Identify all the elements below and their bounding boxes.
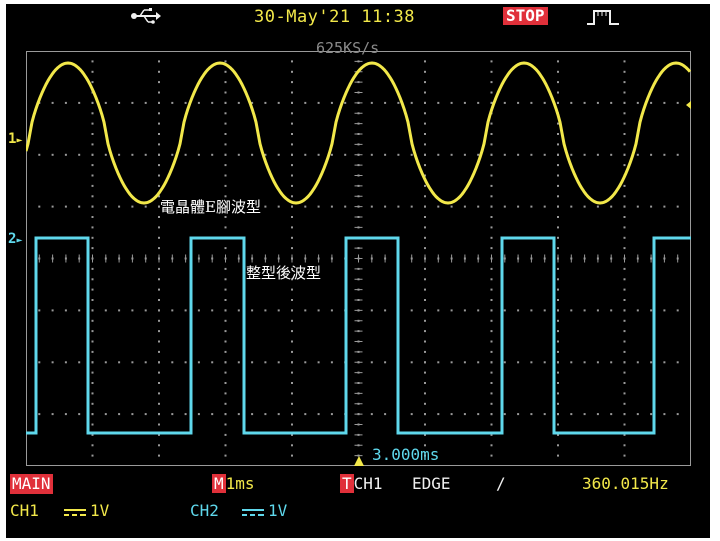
ch2-ground-marker[interactable]: 2► [8,231,22,247]
status-row-timebase: MAIN M 1ms T CH1 EDGE / 360.015Hz [6,474,710,494]
ch2-scale[interactable]: 1V [242,501,287,521]
ch1-scale[interactable]: 1V [64,501,109,521]
time-reference: 3.000ms [372,445,440,464]
waveform-screen [26,51,691,466]
trigger-info[interactable]: T CH1 [340,474,383,494]
usb-icon [131,8,161,24]
datetime: 30-May'21 11:38 [254,7,416,27]
frequency-readout: 360.015Hz [582,474,669,493]
top-bar: 30-May'21 11:38 STOP [6,4,710,28]
ch1-annotation: 電晶體E腳波型 [160,198,261,216]
ch2-annotation: 整型後波型 [246,264,322,282]
status-row-channels: CH1 1V CH2 1V [6,501,710,521]
pulse-icon [587,10,619,25]
trigger-slope-icon: / [496,474,506,493]
timebase[interactable]: M 1ms [212,474,255,494]
trigger-type: EDGE [412,474,451,493]
dc-coupling-icon [64,508,86,516]
dc-coupling-icon [242,508,264,516]
oscilloscope-display: 30-May'21 11:38 STOP 625KS/s 1► 2► 電晶體E腳… [6,4,710,538]
ch1-ground-marker[interactable]: 1► [8,131,22,147]
run-state-badge[interactable]: STOP [503,7,548,25]
sample-rate: 625KS/s [316,39,380,57]
ch2-name[interactable]: CH2 [190,501,219,521]
ch1-name[interactable]: CH1 [10,501,39,521]
mode-badge[interactable]: MAIN [10,474,53,494]
